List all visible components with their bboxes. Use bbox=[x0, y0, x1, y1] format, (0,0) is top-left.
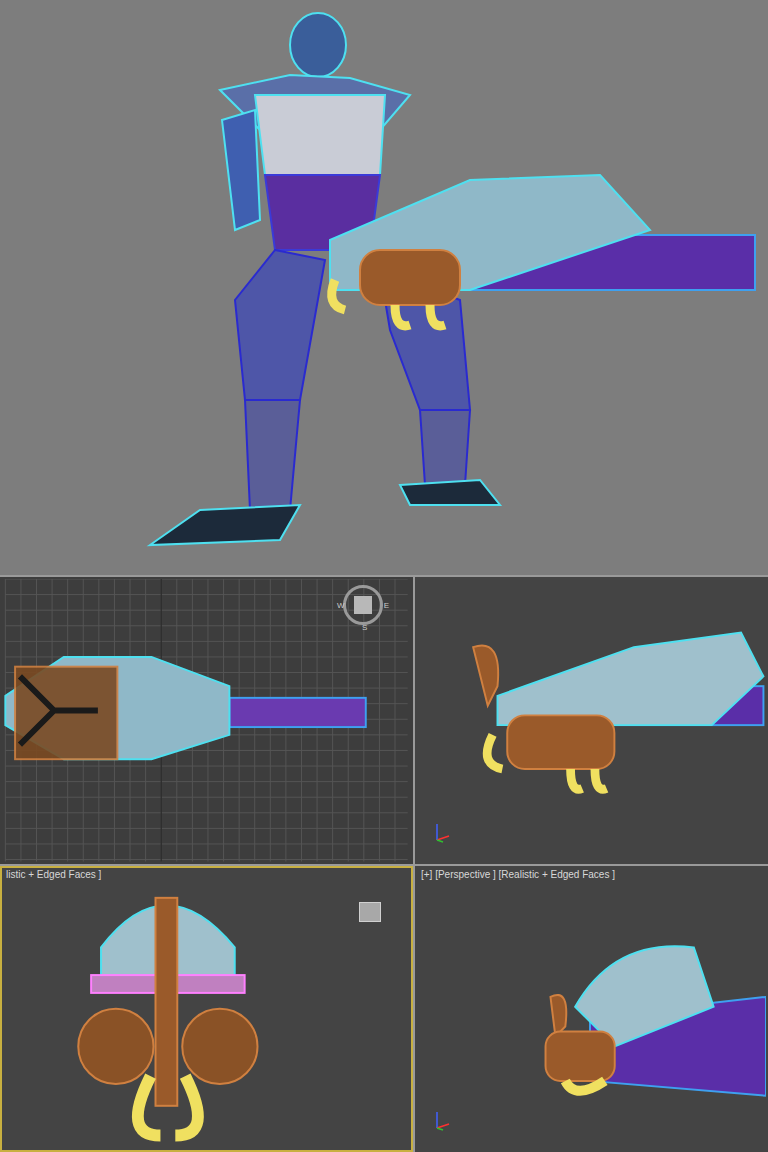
viewport-label[interactable]: listic + Edged Faces ] bbox=[2, 868, 411, 882]
viewport-grid: W E Slistic + Edged Faces ] [+] [Perspectiv… bbox=[0, 575, 768, 1152]
viewcube[interactable]: WES bbox=[343, 585, 383, 625]
compass-letter: E bbox=[384, 602, 389, 610]
gun-front-view bbox=[2, 868, 411, 1151]
viewport[interactable]: [+] [Perspective ] [Realistic + Edged Fa… bbox=[415, 866, 768, 1152]
compass-letter: S bbox=[362, 624, 367, 632]
compass-letter: W bbox=[337, 602, 345, 610]
gun-side-view bbox=[417, 579, 766, 862]
viewport[interactable] bbox=[415, 577, 768, 864]
axis-tripod-icon bbox=[433, 1110, 453, 1132]
viewport[interactable]: listic + Edged Faces ] bbox=[0, 866, 413, 1152]
gun-perspective-view bbox=[417, 868, 766, 1151]
viewport[interactable]: W E S bbox=[0, 577, 413, 864]
viewcube-icon[interactable] bbox=[359, 902, 381, 922]
gun-top-view bbox=[2, 579, 411, 862]
character-render bbox=[0, 0, 768, 575]
axis-tripod-icon bbox=[433, 822, 453, 844]
app: W E Slistic + Edged Faces ] [+] [Perspectiv… bbox=[0, 0, 768, 1152]
viewport-label[interactable]: [+] [Perspective ] [Realistic + Edged Fa… bbox=[417, 868, 766, 882]
render-view bbox=[0, 0, 768, 575]
viewcube-box-icon bbox=[354, 596, 372, 614]
